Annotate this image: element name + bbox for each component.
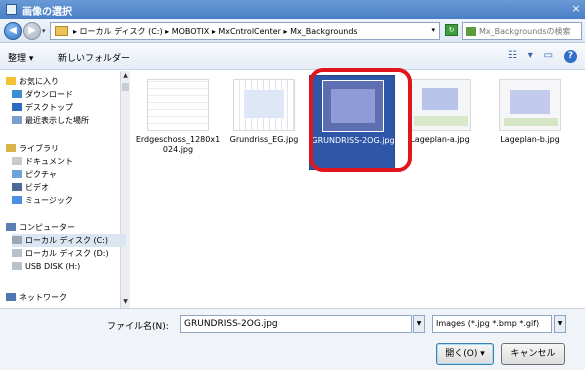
nav-item-label: ローカル ディスク (C:) <box>25 236 109 245</box>
address-path: ▸ ローカル ディスク (C:) ▸ MOBOTIX ▸ MxCntrolCen… <box>73 27 358 36</box>
command-bar: 整理 ▾ 新しいフォルダー ☷ ▾ ▭ ? <box>0 44 585 70</box>
nav-item-label: 最近表示した場所 <box>25 116 89 125</box>
address-bar[interactable]: ▸ ローカル ディスク (C:) ▸ MOBOTIX ▸ MxCntrolCen… <box>50 22 440 40</box>
open-button[interactable]: 開く(O) ▾ <box>436 343 494 365</box>
address-dropdown-icon[interactable]: ▾ <box>431 26 435 34</box>
new-folder-button[interactable]: 新しいフォルダー <box>58 51 130 64</box>
cancel-button[interactable]: キャンセル <box>501 343 565 365</box>
nav-item[interactable]: お気に入り <box>6 75 120 88</box>
preview-pane-icon[interactable]: ▭ <box>544 50 553 61</box>
nav-item-label: ネットワーク <box>19 293 67 302</box>
nav-item-label: ミュージック <box>25 196 73 205</box>
nav-item[interactable]: ネットワーク <box>6 291 120 304</box>
file-list-pane: Erdgeschoss_1280x1024.jpg Grundriss_EG.jp… <box>131 71 585 308</box>
videos-icon <box>12 183 22 191</box>
file-name: Erdgeschoss_1280x1024.jpg <box>135 135 221 154</box>
nav-item[interactable]: ピクチャ <box>12 168 126 181</box>
star-icon <box>6 77 16 85</box>
recent-pages-dropdown[interactable]: ▾ <box>42 27 46 35</box>
nav-item-label: ライブラリ <box>19 144 59 153</box>
nav-item-label: ピクチャ <box>25 170 57 179</box>
nav-item[interactable]: ビデオ <box>12 181 126 194</box>
window-title: 画像の選択 <box>22 7 72 18</box>
image-thumbnail <box>409 79 471 131</box>
view-dropdown-icon[interactable]: ▾ <box>528 50 533 61</box>
computer-icon <box>6 223 16 231</box>
scroll-down-arrow[interactable]: ▼ <box>121 297 130 307</box>
nav-item[interactable]: ライブラリ <box>6 142 120 155</box>
nav-item-label: ドキュメント <box>25 157 73 166</box>
back-button[interactable]: ◀ <box>4 22 22 40</box>
nav-item[interactable]: 最近表示した場所 <box>12 114 126 127</box>
file-item[interactable]: Lageplan-b.jpg <box>487 75 573 170</box>
filename-input[interactable] <box>184 318 394 330</box>
change-view-icon[interactable]: ☷ <box>508 50 517 61</box>
nav-item[interactable]: ローカル ディスク (C:) <box>12 234 126 247</box>
pictures-icon <box>12 170 22 178</box>
folder-icon <box>55 26 68 36</box>
library-icon <box>6 144 16 152</box>
nav-item-label: USB DISK (H:) <box>25 262 81 271</box>
nav-item-label: お気に入り <box>19 77 59 86</box>
image-thumbnail <box>322 80 384 132</box>
image-thumbnail <box>233 79 295 131</box>
file-name-area: ファイル名(N): ▼ Images (*.jpg *.bmp *.gif) ▼… <box>0 308 585 370</box>
drive-icon <box>12 249 22 257</box>
file-type-value: Images (*.jpg *.bmp *.gif) <box>436 319 540 328</box>
file-type-filter[interactable]: Images (*.jpg *.bmp *.gif) <box>432 315 552 333</box>
scroll-up-arrow[interactable]: ▲ <box>121 71 130 81</box>
filename-label: ファイル名(N): <box>107 322 169 332</box>
nav-item[interactable]: ダウンロード <box>12 88 126 101</box>
network-icon <box>6 293 16 301</box>
filename-field[interactable] <box>180 315 412 333</box>
navigation-pane: ▲ ▼ お気に入りダウンロード デスクトップ最近表示した場所ライブラリドキュメント… <box>0 71 130 308</box>
view-controls: ☷ ▾ ▭ ? <box>500 50 577 64</box>
filename-dropdown-button[interactable]: ▼ <box>413 315 425 333</box>
close-button[interactable]: × <box>569 2 583 16</box>
desktop-icon <box>12 103 22 111</box>
download-icon <box>12 90 22 98</box>
drive-icon <box>12 236 22 244</box>
file-name: Lageplan-a.jpg <box>410 135 470 144</box>
nav-item[interactable]: USB DISK (H:) <box>12 260 126 273</box>
search-input[interactable] <box>479 25 579 37</box>
file-item[interactable]: Erdgeschoss_1280x1024.jpg <box>135 75 221 170</box>
image-thumbnail <box>499 79 561 131</box>
help-icon[interactable]: ? <box>564 50 577 63</box>
search-box[interactable] <box>462 22 582 40</box>
recent-places-icon <box>12 116 22 124</box>
nav-item[interactable]: コンピューター <box>6 221 120 234</box>
address-row: ◀ ▶ ▾ ▸ ローカル ディスク (C:) ▸ MOBOTIX ▸ MxCnt… <box>0 19 585 43</box>
nav-item-label: デスクトップ <box>25 103 73 112</box>
file-type-dropdown-button[interactable]: ▼ <box>554 315 566 333</box>
file-name: GRUNDRISS-2OG.jpg <box>311 136 395 145</box>
nav-item[interactable]: デスクトップ <box>12 101 126 114</box>
title-bar: 画像の選択 × <box>0 0 585 19</box>
dialog-icon <box>6 4 17 15</box>
nav-item-label: コンピューター <box>19 223 75 232</box>
search-icon <box>466 27 476 36</box>
file-name: Grundriss_EG.jpg <box>229 135 299 144</box>
documents-icon <box>12 157 22 165</box>
usb-drive-icon <box>12 262 22 270</box>
file-item[interactable]: Grundriss_EG.jpg <box>221 75 307 170</box>
nav-item[interactable]: ミュージック <box>12 194 126 207</box>
nav-item-label: ビデオ <box>25 183 49 192</box>
nav-item-label: ローカル ディスク (D:) <box>25 249 109 258</box>
nav-item[interactable]: ドキュメント <box>12 155 126 168</box>
file-item[interactable]: GRUNDRISS-2OG.jpg <box>309 75 395 170</box>
file-item[interactable]: Lageplan-a.jpg <box>397 75 483 170</box>
organize-button[interactable]: 整理 ▾ <box>8 51 33 64</box>
file-name: Lageplan-b.jpg <box>500 135 560 144</box>
refresh-icon[interactable]: ↻ <box>445 24 458 36</box>
forward-button[interactable]: ▶ <box>23 22 41 40</box>
nav-item[interactable]: ローカル ディスク (D:) <box>12 247 126 260</box>
music-icon <box>12 196 22 204</box>
image-thumbnail <box>147 79 209 131</box>
nav-item-label: ダウンロード <box>25 90 73 99</box>
